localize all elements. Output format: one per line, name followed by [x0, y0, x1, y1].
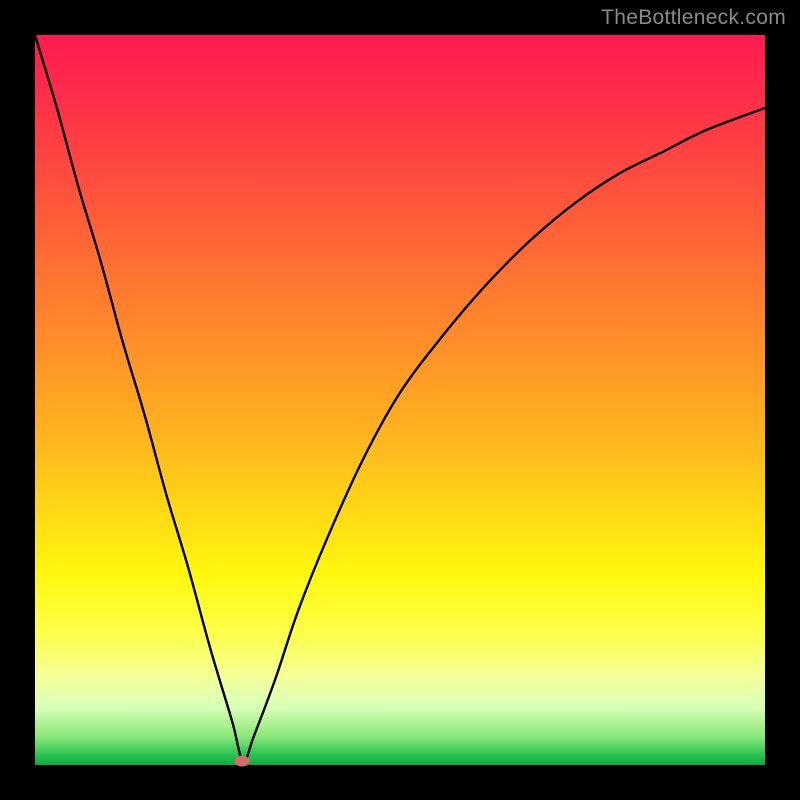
- chart-frame: TheBottleneck.com: [0, 0, 800, 800]
- watermark-text: TheBottleneck.com: [601, 6, 786, 30]
- bottleneck-curve: [35, 35, 765, 765]
- curve-path: [35, 35, 765, 762]
- optimal-point-marker: [234, 756, 249, 767]
- plot-area: [35, 35, 765, 765]
